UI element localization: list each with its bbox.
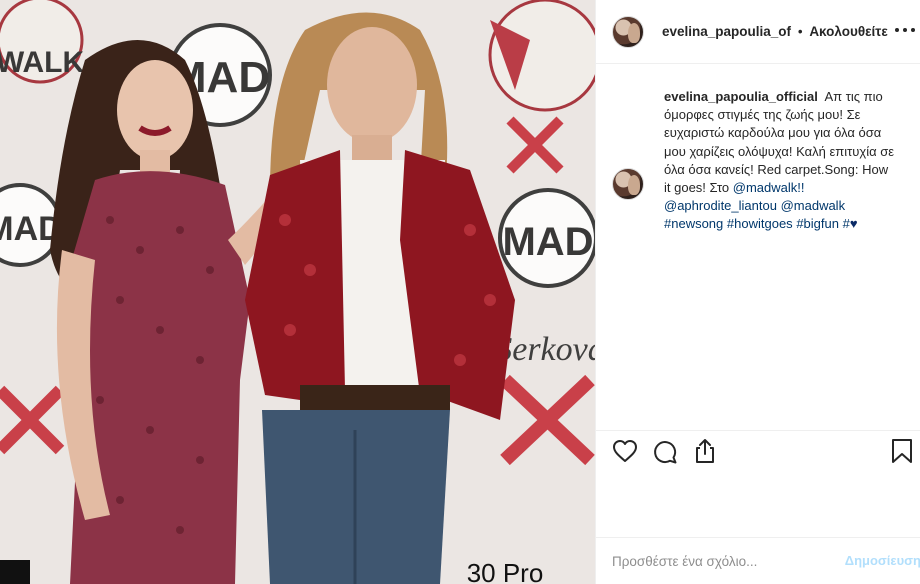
- sign-mad-2: MAD: [502, 220, 593, 264]
- bookmark-icon[interactable]: [891, 438, 913, 464]
- comment-input[interactable]: [612, 553, 822, 569]
- mention-aphrodite-liantou[interactable]: @aphrodite_liantou: [664, 198, 777, 213]
- mention-madwalk[interactable]: @madwalk!!: [733, 180, 805, 195]
- caption-username[interactable]: evelina_papoulia_official: [664, 89, 818, 104]
- post-image: MAD WALK MAD MAD Serkova 30 Pro: [0, 0, 595, 584]
- post-photo[interactable]: MAD WALK MAD MAD Serkova 30 Pro: [0, 0, 595, 584]
- header-separator: •: [797, 24, 803, 39]
- sign-30pro: 30 Pro: [467, 558, 544, 584]
- header-text: evelina_papoulia_of • Ακολουθείτε: [662, 24, 888, 39]
- heart-emoji-icon: ♥: [849, 216, 858, 232]
- avatar[interactable]: [612, 15, 644, 48]
- hashtag-howitgoes[interactable]: #howitgoes: [727, 216, 793, 231]
- heart-outline-icon[interactable]: [612, 439, 638, 463]
- more-dot: [903, 28, 907, 32]
- post-side-panel: evelina_papoulia_of • Ακολουθείτε evelin…: [595, 0, 920, 584]
- caption: evelina_papoulia_official Απ τις πιο όμο…: [664, 88, 896, 234]
- hashtag-newsong[interactable]: #newsong: [664, 216, 723, 231]
- header-username[interactable]: evelina_papoulia_of: [662, 24, 791, 39]
- hashtag-heart[interactable]: #♥: [843, 216, 858, 231]
- more-horizontal-icon[interactable]: [895, 22, 915, 38]
- add-comment-bar: Δημοσίευση: [596, 537, 920, 584]
- follow-status-button[interactable]: Ακολουθείτε: [809, 24, 887, 39]
- action-bar: [596, 430, 920, 470]
- comments-area: evelina_papoulia_official Απ τις πιο όμο…: [596, 64, 920, 430]
- post-comment-button[interactable]: Δημοσίευση: [845, 553, 920, 568]
- mention-madwalk-2[interactable]: @madwalk: [781, 198, 846, 213]
- more-dot: [911, 28, 915, 32]
- sign-walk: WALK: [0, 46, 84, 79]
- hashtag-bigfun[interactable]: #bigfun: [796, 216, 839, 231]
- speech-bubble-icon[interactable]: [652, 439, 678, 465]
- share-icon[interactable]: [692, 437, 718, 465]
- caption-avatar[interactable]: [612, 168, 644, 200]
- hashtag-symbol: #: [842, 216, 850, 232]
- post-header: evelina_papoulia_of • Ακολουθείτε: [596, 0, 920, 64]
- more-dot: [895, 28, 899, 32]
